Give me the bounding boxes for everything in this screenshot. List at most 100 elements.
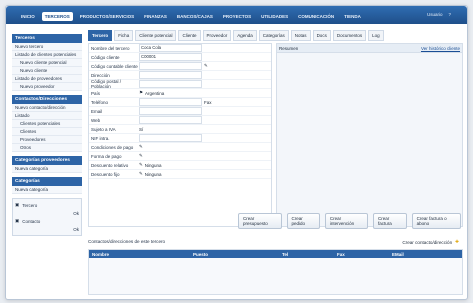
nav-tab-terceros[interactable]: TERCEROS bbox=[41, 12, 73, 21]
client-code-field[interactable]: C00001 bbox=[139, 53, 202, 61]
form-row: Descuento relativo ✎ Ninguna bbox=[89, 161, 271, 170]
tab-cliente[interactable]: Cliente bbox=[178, 30, 201, 41]
quick-search-contacto-ok[interactable]: Ok bbox=[15, 225, 79, 233]
user-area: Usuario ? bbox=[427, 12, 451, 17]
tab-docs[interactable]: Docs bbox=[312, 30, 331, 41]
create-quote-button[interactable]: Crear presupuesto bbox=[238, 213, 282, 229]
vat-value[interactable]: Sí bbox=[139, 127, 143, 132]
sidebar-item-nuevo-proveedor[interactable]: Nuevo proveedor bbox=[12, 83, 82, 91]
third-party-form: Nombre del tercero Coca Cola Código clie… bbox=[88, 43, 272, 227]
form-row: Código contable cliente ✎ bbox=[89, 62, 271, 71]
sidebar-item-contactos-proveedores[interactable]: Proveedores bbox=[12, 136, 82, 144]
sidebar-item-contactos-potenciales[interactable]: Clientes potenciales bbox=[12, 120, 82, 128]
sidebar-item-contactos-otros[interactable]: Otros bbox=[12, 144, 82, 152]
sidebar-item-nuevo-cliente[interactable]: Nuevo cliente bbox=[12, 67, 82, 75]
quick-search-panel: ▣ Tercero Ok ▣ Contacto Ok bbox=[12, 198, 82, 236]
sidebar-section-categorias[interactable]: Categorías bbox=[12, 177, 82, 186]
tab-log[interactable]: Log bbox=[368, 30, 384, 41]
create-order-button[interactable]: Crear pedido bbox=[286, 213, 320, 229]
sidebar-item-contactos-clientes[interactable]: Clientes bbox=[12, 128, 82, 136]
create-intervention-button[interactable]: Crear intervención bbox=[324, 213, 368, 229]
tab-notas[interactable]: Notas bbox=[290, 30, 311, 41]
nav-tab-finanzas[interactable]: FINANZAS bbox=[141, 12, 170, 21]
client-history-link[interactable]: Ver histórico cliente bbox=[421, 46, 460, 51]
tab-agenda[interactable]: Agenda bbox=[233, 30, 257, 41]
country-select[interactable]: Argentina bbox=[145, 91, 164, 96]
form-label: Email bbox=[91, 108, 103, 114]
sidebar-item-listado-potenciales[interactable]: Listado de clientes potenciales bbox=[12, 51, 82, 59]
tab-categorias[interactable]: Categorías bbox=[258, 30, 289, 41]
email-field[interactable] bbox=[139, 107, 202, 115]
form-row: Forma de pago ✎ bbox=[89, 152, 271, 161]
accounting-code-field[interactable] bbox=[139, 62, 202, 70]
nav-tab-utilidades[interactable]: UTILIDADES bbox=[258, 12, 291, 21]
sidebar-item-listado-proveedores[interactable]: Listado de proveedores bbox=[12, 75, 82, 83]
nav-tab-tienda[interactable]: TIENDA bbox=[341, 12, 364, 21]
edit-icon[interactable]: ✎ bbox=[139, 171, 143, 177]
new-contact-label[interactable]: Crear contacto/dirección bbox=[402, 240, 452, 245]
sidebar-item-nuevo-potencial[interactable]: Nuevo cliente potencial bbox=[12, 59, 82, 67]
tab-tercero[interactable]: Tercero bbox=[88, 30, 113, 41]
phone-field[interactable] bbox=[139, 98, 202, 106]
quick-search-tercero-ok[interactable]: Ok bbox=[15, 209, 79, 217]
address-field[interactable] bbox=[139, 71, 202, 79]
sidebar-item-nueva-categoria[interactable]: Nueva categoría bbox=[12, 186, 82, 194]
web-field[interactable] bbox=[139, 116, 202, 124]
tab-ficha[interactable]: Ficha bbox=[114, 30, 134, 41]
edit-icon[interactable]: ✎ bbox=[139, 153, 143, 159]
flag-icon: ⚑ bbox=[139, 90, 144, 95]
form-row: Web bbox=[89, 116, 271, 125]
col-nombre[interactable]: Nombre bbox=[89, 252, 190, 257]
form-row: Descuento fijo ✎ Ninguna bbox=[89, 170, 271, 179]
help-icon[interactable]: ? bbox=[448, 12, 451, 17]
main-content: Tercero Ficha Cliente potencial Cliente … bbox=[88, 30, 463, 296]
form-row: Email bbox=[89, 107, 271, 116]
form-row: Nombre del tercero Coca Cola bbox=[89, 44, 271, 53]
name-field[interactable]: Coca Cola bbox=[139, 44, 202, 52]
ok-button[interactable]: Ok bbox=[73, 211, 79, 216]
nav-tab-bancos[interactable]: BANCOS/CAJAS bbox=[174, 12, 216, 21]
sidebar-item-nuevo-contacto[interactable]: Nuevo contacto/dirección bbox=[12, 104, 82, 112]
sidebar-section-terceros[interactable]: Terceros bbox=[12, 34, 82, 43]
edit-icon[interactable]: ✎ bbox=[139, 162, 143, 168]
add-icon[interactable]: ✚ bbox=[455, 239, 459, 245]
app-window: INICIO TERCEROS PRODUCTOS/SERVICIOS FINA… bbox=[5, 5, 468, 300]
create-invoice-button[interactable]: Crear factura bbox=[373, 213, 407, 229]
vat-intra-field[interactable] bbox=[139, 134, 202, 142]
sidebar-section-contactos[interactable]: Contactos/Direcciones bbox=[12, 95, 82, 104]
tab-cliente-potencial[interactable]: Cliente potencial bbox=[135, 30, 177, 41]
col-tel[interactable]: Tel bbox=[279, 252, 334, 257]
sidebar-item-listado-contactos[interactable]: Listado bbox=[12, 112, 82, 120]
quick-search-contacto[interactable]: ▣ Contacto bbox=[15, 217, 79, 225]
col-email[interactable]: EMail bbox=[389, 252, 452, 257]
search-icon: ▣ bbox=[15, 202, 20, 207]
sidebar-item-nueva-cat-proveedor[interactable]: Nueva categoría bbox=[12, 165, 82, 173]
tab-proveedor[interactable]: Proveedor bbox=[202, 30, 232, 41]
contacts-section-title: Contactos/direcciones de este tercero bbox=[88, 239, 166, 244]
quick-search-tercero[interactable]: ▣ Tercero bbox=[15, 201, 79, 209]
nav-tab-productos[interactable]: PRODUCTOS/SERVICIOS bbox=[77, 12, 137, 21]
tab-documentos[interactable]: Documentos bbox=[332, 30, 367, 41]
form-row: Condiciones de pago ✎ bbox=[89, 143, 271, 152]
form-label: NIF intra. bbox=[91, 135, 110, 141]
postal-code-field[interactable] bbox=[139, 80, 202, 88]
ok-button[interactable]: Ok bbox=[73, 227, 79, 232]
col-puesto[interactable]: Puesto bbox=[190, 252, 279, 257]
edit-icon[interactable]: ✎ bbox=[204, 63, 208, 69]
main-nav: INICIO TERCEROS PRODUCTOS/SERVICIOS FINA… bbox=[18, 12, 364, 21]
new-contact-link[interactable]: Crear contacto/dirección ✚ bbox=[402, 239, 459, 245]
sidebar-section-cat-proveedores[interactable]: Categorías proveedores bbox=[12, 156, 82, 165]
edit-icon[interactable]: ✎ bbox=[139, 144, 143, 150]
col-fax[interactable]: Fax bbox=[334, 252, 389, 257]
nav-tab-proyectos[interactable]: PROYECTOS bbox=[220, 12, 254, 21]
form-label: Dirección bbox=[91, 72, 110, 78]
form-label: Código postal / Población bbox=[91, 79, 122, 89]
card-tabs: Tercero Ficha Cliente potencial Cliente … bbox=[88, 30, 384, 41]
create-invoice-credit-button[interactable]: Crear factura o abono bbox=[411, 213, 461, 229]
sidebar-item-nuevo-tercero[interactable]: Nuevo tercero bbox=[12, 43, 82, 51]
summary-title: Resumen bbox=[279, 45, 299, 51]
search-icon: ▣ bbox=[15, 218, 20, 223]
nav-tab-inicio[interactable]: INICIO bbox=[18, 12, 38, 21]
user-name[interactable]: Usuario bbox=[427, 12, 443, 17]
nav-tab-comunicacion[interactable]: COMUNICACIÓN bbox=[295, 12, 337, 21]
